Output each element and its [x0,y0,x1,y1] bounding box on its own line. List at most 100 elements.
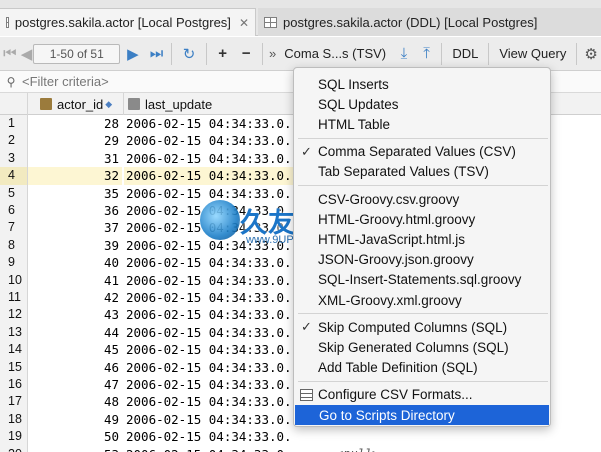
upload-icon[interactable]: ⤒ [416,41,438,67]
tab-label: postgres.sakila.actor (DDL) [Local Postg… [283,14,538,30]
cell-last-update[interactable]: 2006-02-15 04:34:33.0... [124,115,294,132]
row-number: 20 [0,445,28,452]
cell-actor-id[interactable]: 48 [28,393,122,410]
menu-item[interactable]: JSON-Groovy.json.groovy [294,250,550,270]
menu-item[interactable]: ✓ Skip Computed Columns (SQL) [294,317,550,337]
menu-item-label: Configure CSV Formats... [318,387,473,403]
menu-item[interactable]: Configure CSV Formats... [294,385,550,405]
cell-actor-id[interactable]: 36 [28,202,122,219]
cell-last-update[interactable]: 2006-02-15 04:34:33.0... [124,341,294,358]
cell-actor-id[interactable]: 43 [28,306,122,323]
menu-item[interactable]: HTML Table [294,114,550,134]
menu-item[interactable]: Skip Generated Columns (SQL) [294,337,550,357]
row-number: 19 [0,428,28,446]
more-icon[interactable]: » [267,46,278,61]
menu-separator [298,137,548,139]
cell-last-update[interactable]: 2006-02-15 04:34:33.0... [124,185,294,202]
cell-last-update[interactable]: 2006-02-15 04:34:33.0... [124,428,294,445]
cell-actor-id[interactable]: 28 [28,115,122,132]
menu-item[interactable]: XML-Groovy.xml.groovy [294,290,550,310]
refresh-icon[interactable]: ↻ [176,41,202,67]
row-number: 3 [0,149,28,168]
cell-last-update[interactable]: 2006-02-15 04:34:33.0... [124,359,294,376]
toolbar-divider [576,42,578,65]
menu-item-label: HTML-Groovy.html.groovy [318,211,476,227]
filter-input[interactable]: <Filter criteria> [22,74,109,89]
menu-item[interactable]: Add Table Definition (SQL) [294,358,550,378]
cell-actor-id[interactable]: 37 [28,219,122,236]
column-header-last-update[interactable]: last_update [124,93,296,115]
menu-item[interactable]: SQL Inserts [294,74,550,94]
cell-last-update[interactable]: 2006-02-15 04:34:33.0... [124,446,294,452]
export-format-dropdown[interactable]: Coma S...s (TSV) [278,46,392,61]
cell-last-update[interactable]: 2006-02-15 04:34:33.0... [124,132,294,149]
add-row-icon[interactable]: + [211,41,235,67]
cell-last-update[interactable]: 2006-02-15 04:34:33.0... [124,393,294,410]
settings-icon[interactable]: ⚙ [581,41,601,67]
checkmark-icon: ✓ [301,319,312,335]
cell-last-update[interactable]: 2006-02-15 04:34:33.0... [124,150,294,167]
menu-item-label: SQL Inserts [318,76,389,92]
row-number: 11 [0,289,28,307]
menu-item[interactable]: CSV-Groovy.csv.groovy [294,189,550,209]
tab-actor-data[interactable]: postgres.sakila.actor [Local Postgres] ✕ [0,8,256,36]
menu-item[interactable]: HTML-Groovy.html.groovy [294,209,550,229]
row-number: 18 [0,410,28,429]
menu-item-label: JSON-Groovy.json.groovy [318,252,474,268]
data-toolbar: ⏮ ◀ 1-50 of 51 ▶ ⏭ ↻ + − » Coma S...s (T… [0,37,601,71]
cell-actor-id[interactable]: 46 [28,359,122,376]
tab-actor-ddl[interactable]: postgres.sakila.actor (DDL) [Local Postg… [258,8,601,36]
menu-item[interactable]: Tab Separated Values (TSV) [294,162,550,182]
cell-actor-id[interactable]: 41 [28,272,122,289]
cell-last-update[interactable]: 2006-02-15 04:34:33.0... [124,167,294,185]
cell-actor-id[interactable]: 39 [28,237,122,254]
cell-actor-id[interactable]: 29 [28,132,122,149]
view-query-button[interactable]: View Query [493,46,572,61]
cell-last-update[interactable]: 2006-02-15 04:34:33.0... [124,306,294,323]
menu-item-label: XML-Groovy.xml.groovy [318,292,462,308]
null-cell[interactable]: <null> [296,446,386,452]
table-row[interactable]: 20532006-02-15 04:34:33.0...<null> [0,445,601,452]
cell-actor-id[interactable]: 42 [28,289,122,306]
sort-icon[interactable]: ◆ [105,99,112,110]
cell-actor-id[interactable]: 44 [28,324,122,341]
menu-item[interactable]: Go to Scripts Directory [295,405,549,425]
cell-actor-id[interactable]: 32 [28,167,122,185]
cell-last-update[interactable]: 2006-02-15 04:34:33.0... [124,324,294,341]
menu-item[interactable]: ✓ Comma Separated Values (CSV) [294,142,550,162]
cell-last-update[interactable]: 2006-02-15 04:34:33.0... [124,254,294,271]
cell-last-update[interactable]: 2006-02-15 04:34:33.0... [124,376,294,393]
cell-last-update[interactable]: 2006-02-15 04:34:33.0... [124,289,294,306]
cell-actor-id[interactable]: 50 [28,428,122,445]
cell-last-update[interactable]: 2006-02-15 04:34:33.0... [124,272,294,289]
cell-actor-id[interactable]: 45 [28,341,122,358]
menu-item-label: HTML Table [318,116,391,132]
cell-actor-id[interactable]: 53 [28,446,122,452]
row-number: 8 [0,236,28,255]
menu-item[interactable]: HTML-JavaScript.html.js [294,229,550,249]
toolbar-divider [488,42,490,65]
menu-item-label: SQL Updates [318,96,399,112]
cell-actor-id[interactable]: 31 [28,150,122,167]
column-label: actor_id [57,96,104,112]
last-page-icon[interactable]: ⏭ [146,41,168,67]
ddl-button[interactable]: DDL [446,46,484,61]
table-grid-icon [6,17,9,28]
column-header-actor-id[interactable]: actor_id ◆ [28,93,124,115]
table-row[interactable]: 19 50 2006-02-15 04:34:33.0... [0,428,601,446]
cell-actor-id[interactable]: 35 [28,185,122,202]
cell-actor-id[interactable]: 47 [28,376,122,393]
menu-item[interactable]: SQL Updates [294,94,550,114]
first-page-icon[interactable]: ⏮ [0,41,20,67]
delete-row-icon[interactable]: − [234,41,258,67]
next-page-icon[interactable]: ▶ [120,41,146,67]
cell-last-update[interactable]: 2006-02-15 04:34:33.0... [124,411,294,428]
download-icon[interactable]: ⤓ [392,41,416,67]
cell-actor-id[interactable]: 49 [28,411,122,428]
close-icon[interactable]: ✕ [239,16,249,30]
pager-field[interactable]: 1-50 of 51 [33,43,121,64]
menu-item[interactable]: SQL-Insert-Statements.sql.groovy [294,270,550,290]
row-number-header [0,93,28,115]
cell-actor-id[interactable]: 40 [28,254,122,271]
prev-page-icon[interactable]: ◀ [20,41,34,67]
